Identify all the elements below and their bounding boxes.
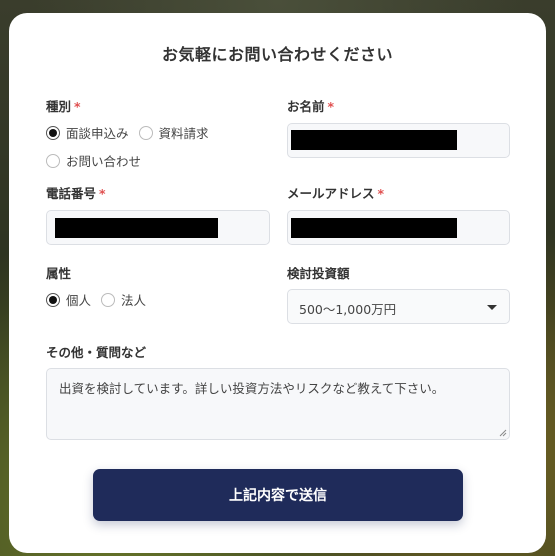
phone-label: 電話番号 * [46, 183, 106, 202]
radio-label: お問い合わせ [66, 154, 142, 169]
radio-label: 資料請求 [158, 126, 209, 141]
submit-button[interactable]: 上記内容で送信 [93, 469, 463, 521]
attribute-label: 属性 [46, 266, 72, 281]
select-value: 500〜1,000万円 [299, 302, 397, 317]
radio-option-individual[interactable]: 個人 [46, 290, 91, 309]
radio-label: 面談申込み [66, 126, 129, 141]
required-mark: * [327, 99, 335, 114]
name-input[interactable] [287, 123, 510, 158]
radio-label: 個人 [66, 293, 92, 308]
type-radio-row-1: 面談申込み 資料請求 [46, 123, 219, 142]
type-radio-row-2: お問い合わせ [46, 151, 151, 170]
textarea-value: 出資を検討しています。詳しい投資方法やリスクなど教えて下さい。 [59, 381, 445, 396]
resize-grip-icon[interactable] [499, 429, 507, 437]
radio-button[interactable] [46, 125, 60, 140]
radio-button[interactable] [101, 292, 116, 307]
phone-input[interactable] [46, 210, 270, 245]
phone-label-text: 電話番号 [46, 186, 97, 201]
radio-button[interactable] [46, 292, 60, 307]
contact-form-card: お気軽にお問い合わせください 種別 * 面談申込み 資料請求 お問い合わせ お名前… [9, 13, 546, 553]
other-textarea[interactable]: 出資を検討しています。詳しい投資方法やリスクなど教えて下さい。 [46, 368, 510, 440]
type-label-text: 種別 [46, 99, 72, 114]
required-mark: * [377, 186, 385, 201]
name-label: お名前 * [287, 96, 334, 115]
redacted-block [55, 218, 218, 238]
radio-label: 法人 [121, 293, 147, 308]
radio-option-corporate[interactable]: 法人 [101, 290, 146, 309]
email-input[interactable] [287, 210, 510, 245]
attribute-radio-row: 個人 法人 [46, 290, 156, 309]
investment-select[interactable]: 500〜1,000万円 [287, 289, 510, 324]
required-mark: * [99, 186, 106, 201]
required-mark: * [74, 99, 81, 114]
email-label-text: メールアドレス [287, 186, 375, 201]
type-label: 種別 * [46, 96, 81, 115]
radio-option-inquiry[interactable]: お問い合わせ [46, 151, 141, 170]
radio-button[interactable] [138, 125, 153, 140]
name-label-text: お名前 [287, 99, 325, 114]
radio-option-materials[interactable]: 資料請求 [138, 123, 209, 142]
email-label: メールアドレス * [287, 183, 384, 202]
other-label: その他・質問など [46, 345, 147, 360]
redacted-block [291, 218, 457, 238]
chevron-down-icon [487, 305, 497, 310]
radio-option-meeting[interactable]: 面談申込み [46, 123, 129, 142]
radio-button[interactable] [46, 153, 60, 168]
investment-label: 検討投資額 [287, 266, 350, 281]
redacted-block [291, 130, 457, 150]
form-title: お気軽にお問い合わせください [161, 45, 393, 64]
